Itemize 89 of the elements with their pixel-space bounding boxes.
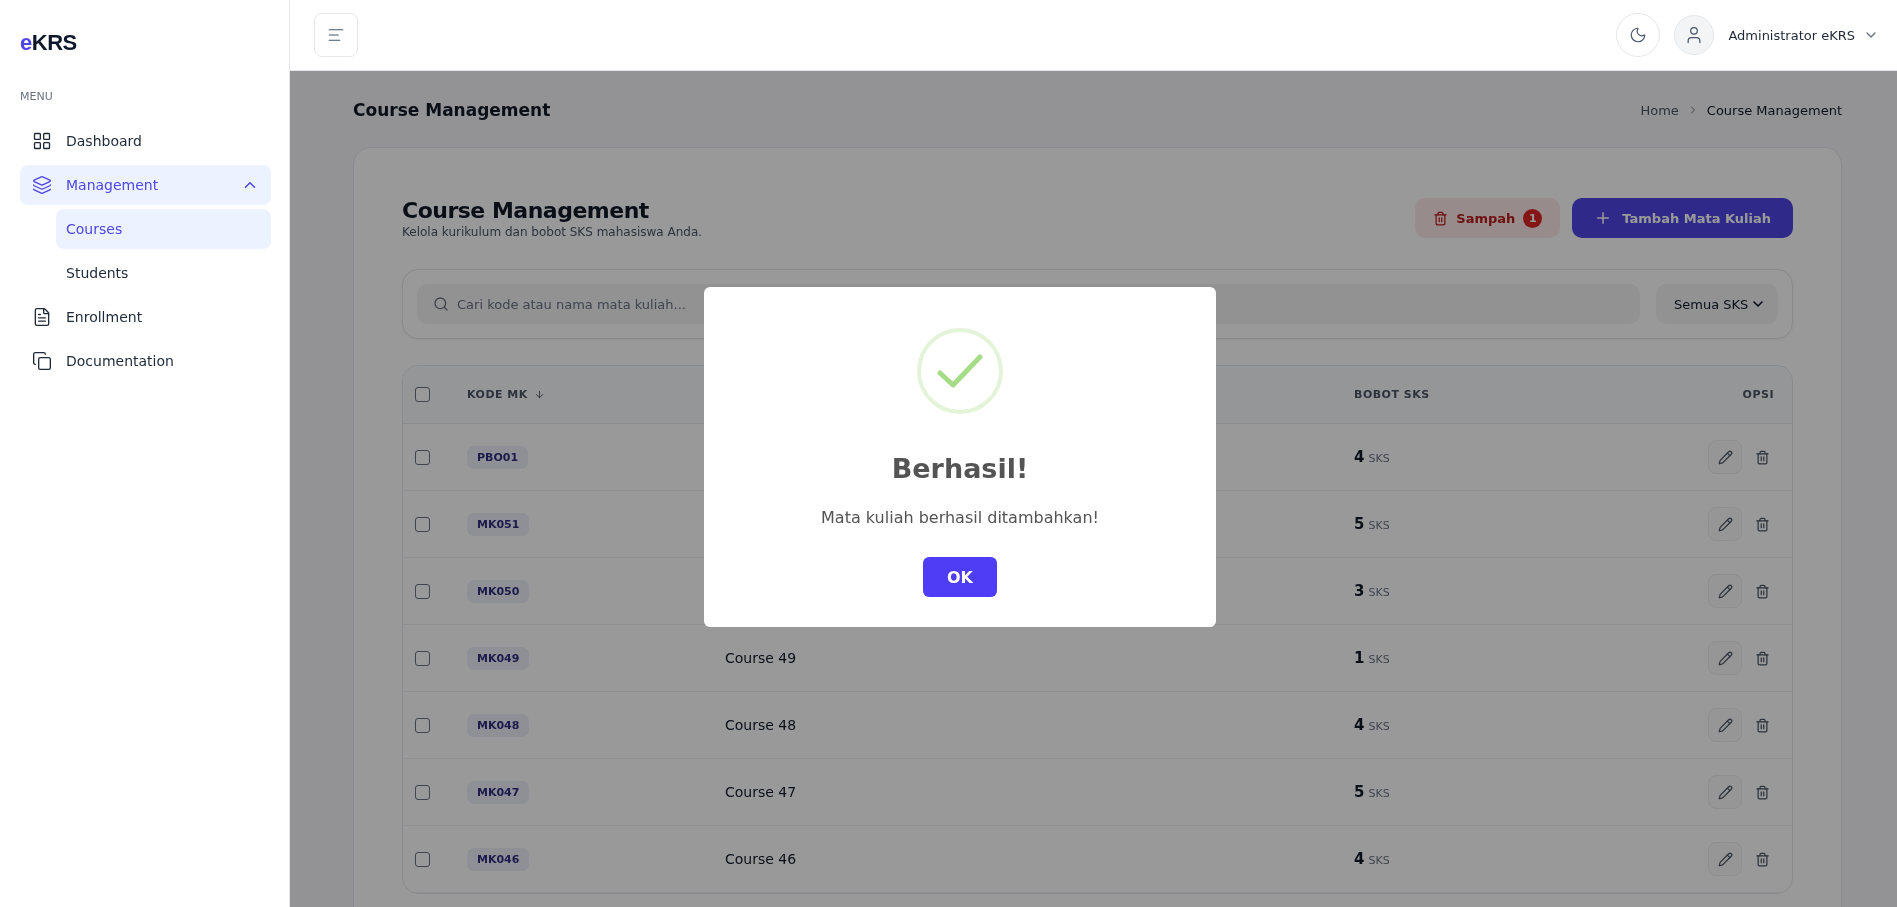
course-code-tag: MK049 xyxy=(467,646,530,670)
credit-unit: SKS xyxy=(1368,787,1390,800)
credit-value: 4 xyxy=(1354,448,1365,466)
credit-unit: SKS xyxy=(1368,452,1390,465)
copy-icon xyxy=(32,351,52,371)
course-code-tag: MK050 xyxy=(467,579,530,603)
trash-icon xyxy=(1754,650,1770,666)
column-header: BOBOT SKS xyxy=(1354,388,1431,401)
credit-value: 5 xyxy=(1354,515,1365,533)
card-subtitle: Kelola kurikulum dan bobot SKS mahasiswa Anda. xyxy=(402,225,703,239)
trash-icon xyxy=(1754,583,1770,599)
course-code-tag: MK051 xyxy=(467,512,530,536)
credit-unit: SKS xyxy=(1368,586,1390,599)
edit-button[interactable] xyxy=(1708,842,1742,876)
page-title: Course Management xyxy=(353,100,551,120)
document-icon xyxy=(32,307,52,327)
success-check-icon xyxy=(916,327,1004,415)
credit-unit: SKS xyxy=(1368,653,1390,666)
ok-button[interactable]: OK xyxy=(923,557,997,597)
pencil-icon xyxy=(1717,583,1733,599)
course-name: Course 49 xyxy=(725,650,798,666)
edit-button[interactable] xyxy=(1708,574,1742,608)
pencil-icon xyxy=(1717,516,1733,532)
course-code-tag: MK048 xyxy=(467,713,530,737)
course-name: Course 47 xyxy=(725,784,798,800)
pencil-icon xyxy=(1717,851,1733,867)
credit-value: 1 xyxy=(1354,649,1365,667)
edit-button[interactable] xyxy=(1708,641,1742,675)
menu-icon xyxy=(327,26,345,44)
pencil-icon xyxy=(1717,650,1733,666)
trash-button[interactable]: Sampah 1 xyxy=(1415,198,1561,238)
course-name: Course 48 xyxy=(725,717,798,733)
trash-icon xyxy=(1754,449,1770,465)
checkbox[interactable] xyxy=(415,516,430,532)
search-icon xyxy=(433,296,449,312)
pencil-icon xyxy=(1717,717,1733,733)
nav-item[interactable]: Management xyxy=(20,165,271,205)
checkbox[interactable] xyxy=(415,784,430,800)
theme-toggle-button[interactable] xyxy=(1616,13,1661,57)
checkbox[interactable] xyxy=(415,851,430,867)
edit-button[interactable] xyxy=(1708,507,1742,541)
trash-icon xyxy=(1754,717,1770,733)
course-name: Course 46 xyxy=(725,851,798,867)
nav-subitem[interactable]: Courses xyxy=(56,209,271,249)
trash-icon xyxy=(1754,516,1770,532)
dialog-title: Berhasil! xyxy=(891,453,1029,484)
column-header[interactable]: KODE MK xyxy=(467,388,725,401)
pencil-icon xyxy=(1717,449,1733,465)
nav-subitem[interactable]: Students xyxy=(56,253,271,293)
edit-button[interactable] xyxy=(1708,440,1742,474)
checkbox[interactable] xyxy=(415,449,430,465)
credit-value: 4 xyxy=(1354,716,1365,734)
credit-unit: SKS xyxy=(1368,519,1390,532)
edit-button[interactable] xyxy=(1708,708,1742,742)
card-title: Course Management xyxy=(402,198,650,223)
checkbox[interactable] xyxy=(415,717,430,733)
credits-filter-select[interactable]: Semua SKS xyxy=(1656,284,1778,324)
credit-unit: SKS xyxy=(1368,720,1390,733)
dialog-message: Mata kuliah berhasil ditambahkan! xyxy=(821,508,1099,527)
course-code-tag: PBO01 xyxy=(467,445,529,469)
nav-item[interactable]: Enrollment xyxy=(20,297,271,337)
breadcrumb-item[interactable]: Home xyxy=(1640,102,1679,118)
trash-icon xyxy=(1754,784,1770,800)
add-course-button[interactable]: Tambah Mata Kuliah xyxy=(1572,198,1793,238)
trash-icon xyxy=(1754,851,1770,867)
course-code-tag: MK046 xyxy=(467,847,530,871)
grid-icon xyxy=(32,131,52,151)
menu-label: MENU xyxy=(20,90,53,103)
user-menu-button[interactable]: Administrator eKRS xyxy=(1728,27,1879,43)
nav-item[interactable]: Documentation xyxy=(20,341,271,381)
trash-icon xyxy=(1433,210,1449,226)
count-badge: 1 xyxy=(1523,208,1543,228)
credit-value: 4 xyxy=(1354,850,1365,868)
nav-item[interactable]: Dashboard xyxy=(20,121,271,161)
moon-icon xyxy=(1629,26,1648,44)
breadcrumb-item: Course Management xyxy=(1706,102,1842,118)
course-code-tag: MK047 xyxy=(467,780,530,804)
credit-value: 3 xyxy=(1354,582,1365,600)
column-header: OPSI xyxy=(1742,388,1774,401)
menu-button[interactable] xyxy=(314,13,358,57)
checkbox[interactable] xyxy=(415,387,430,402)
checkbox[interactable] xyxy=(415,650,430,666)
logo: eKRS xyxy=(20,30,77,56)
credit-unit: SKS xyxy=(1368,854,1390,867)
layers-icon xyxy=(32,175,52,195)
edit-button[interactable] xyxy=(1708,775,1742,809)
credit-value: 5 xyxy=(1354,783,1365,801)
checkbox[interactable] xyxy=(415,583,430,599)
pencil-icon xyxy=(1717,784,1733,800)
